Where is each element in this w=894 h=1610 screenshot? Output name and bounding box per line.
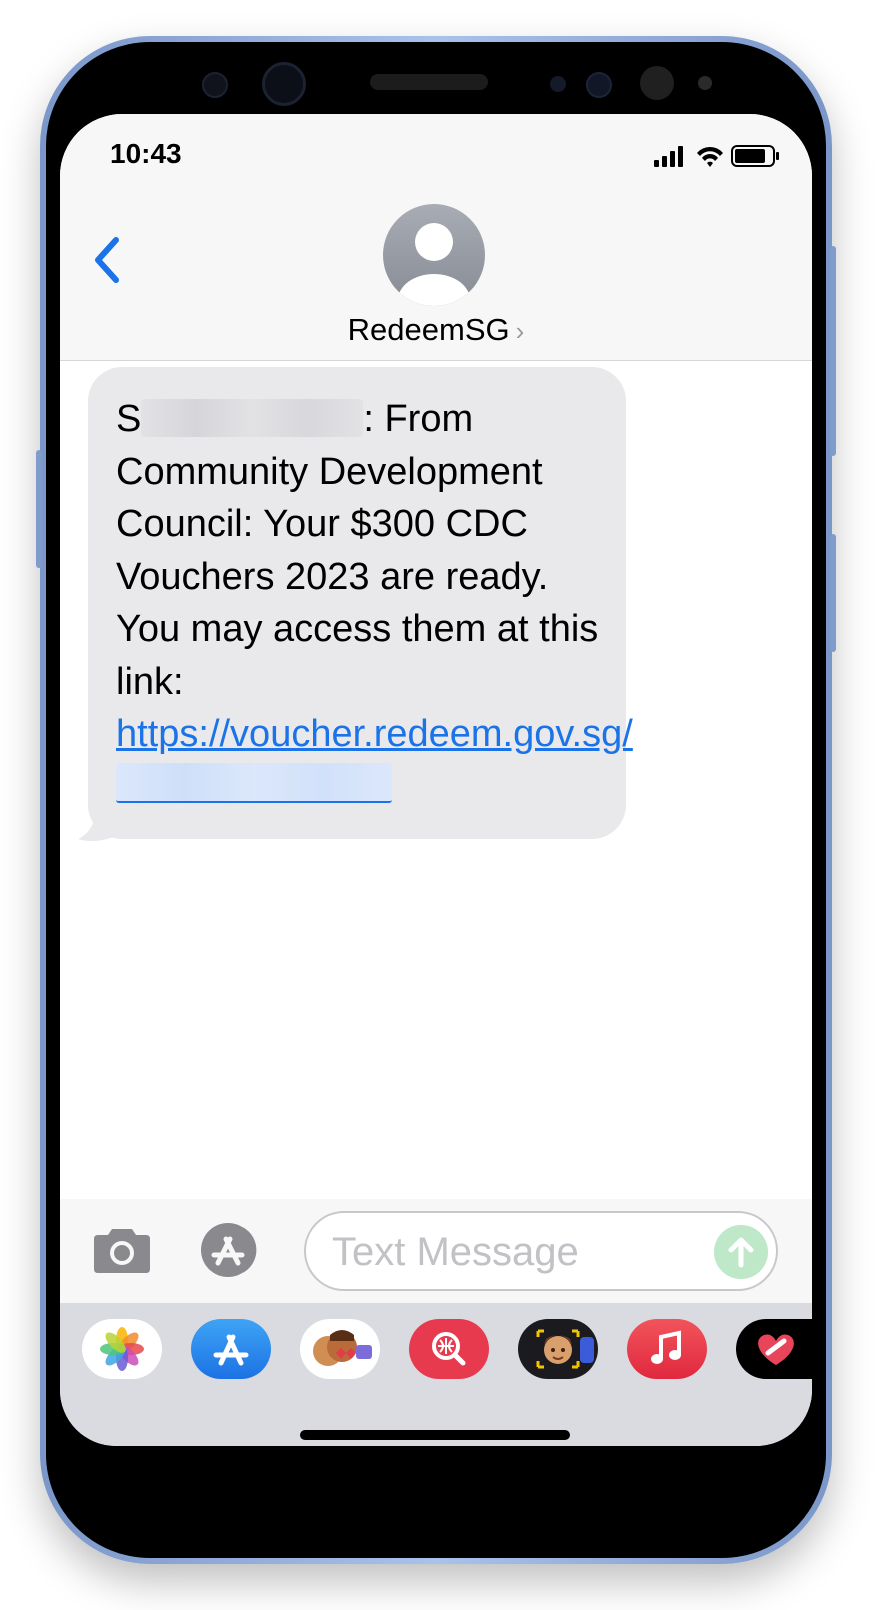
- message-body: : From Community Development Council: Yo…: [116, 398, 599, 703]
- conversation-header: RedeemSG ›: [60, 194, 812, 361]
- chevron-right-icon: ›: [515, 316, 525, 346]
- sensor-dot: [586, 72, 612, 98]
- earpiece-speaker: [370, 74, 488, 90]
- front-camera-icon: [262, 62, 306, 106]
- cellular-signal-icon: [654, 146, 683, 167]
- message-thread: S: From Community Development Council: Y…: [60, 361, 812, 1199]
- contact-name: RedeemSG: [347, 312, 510, 347]
- message-composer: Text Message: [60, 1199, 812, 1303]
- status-icons: [654, 145, 779, 167]
- redacted-link-suffix[interactable]: [116, 762, 392, 803]
- status-bar: 10:43: [60, 114, 812, 194]
- sensor-dot: [202, 72, 228, 98]
- status-time: 10:43: [110, 138, 182, 169]
- battery-icon: [731, 145, 779, 167]
- send-arrow-icon[interactable]: [714, 1225, 768, 1279]
- side-button-left: [36, 450, 42, 568]
- heart-sticker-icon[interactable]: [736, 1319, 812, 1379]
- redacted-id: [141, 399, 364, 437]
- side-button-right-top: [830, 246, 836, 456]
- sensor-dot: [550, 76, 566, 92]
- memoji-icon[interactable]: [518, 1319, 598, 1379]
- camera-icon[interactable]: [90, 1227, 154, 1275]
- phone-screen: 10:43 RedeemSG › S: From Community Deve…: [60, 114, 812, 1446]
- app-store-icon[interactable]: [191, 1319, 271, 1379]
- message-link[interactable]: https://voucher.redeem.gov.sg/: [116, 713, 633, 755]
- back-chevron-icon[interactable]: [84, 230, 130, 290]
- photos-icon[interactable]: [82, 1319, 162, 1379]
- app-store-icon[interactable]: [196, 1223, 270, 1277]
- sensor-dot: [640, 66, 674, 100]
- memoji-stickers-icon[interactable]: [300, 1319, 380, 1379]
- message-text: S: From Community Development Council: Y…: [116, 393, 633, 813]
- contact-name-row[interactable]: RedeemSG ›: [60, 312, 812, 348]
- web-search-icon[interactable]: [409, 1319, 489, 1379]
- home-indicator[interactable]: [300, 1430, 570, 1440]
- message-input[interactable]: Text Message: [304, 1211, 778, 1291]
- contact-avatar[interactable]: [383, 204, 485, 306]
- sensor-dot: [698, 76, 712, 90]
- side-button-right-bottom: [830, 534, 836, 652]
- app-drawer: [60, 1303, 812, 1446]
- message-input-placeholder: Text Message: [332, 1230, 579, 1274]
- message-bubble[interactable]: S: From Community Development Council: Y…: [88, 367, 633, 839]
- wifi-icon: [697, 146, 723, 167]
- music-icon[interactable]: [627, 1319, 707, 1379]
- message-sender-prefix: S: [116, 398, 142, 440]
